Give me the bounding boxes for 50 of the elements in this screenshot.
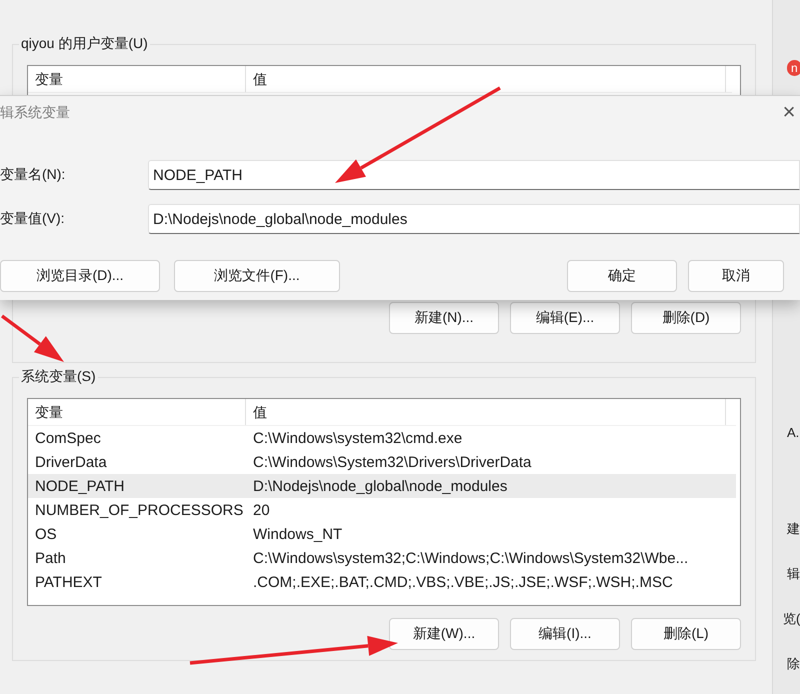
variable-row[interactable]: NUMBER_OF_PROCESSORS 20 [28,498,736,522]
window-text: 辑 [787,565,800,583]
variable-row[interactable]: NODE_PATH D:\Nodejs\node_global\node_modules [28,474,736,498]
variable-name: OS [34,526,58,542]
variable-name: Path [34,550,67,566]
variable-row[interactable]: PATHEXT .COM;.EXE;.BAT;.CMD;.VBS;.VBE;.JS;.JSE;.WSF;.WSH;.MSC [28,570,736,594]
input-field[interactable]: D:\Nodejs\node_global\node_modules [148,204,800,234]
window-text: A. [787,425,800,440]
variable-button[interactable]: 编辑(E)... [510,302,620,334]
variable-name: NODE_PATH [34,478,126,494]
variable-value: 20 [252,502,271,518]
column-header[interactable]: 值 [246,66,726,92]
variable-name: ComSpec [34,430,102,446]
variable-row[interactable]: OS Windows_NT [28,522,736,546]
browse-button[interactable]: 浏览目录(D)... [0,260,160,292]
browse-button[interactable]: 浏览文件(F)... [174,260,340,292]
variable-row[interactable]: DriverData C:\Windows\System32\Drivers\DriverData [28,450,736,474]
dialog-button[interactable]: 确定 [567,260,677,292]
group-title: 系统变量(S) [19,368,98,386]
arrow [0,314,64,362]
column-header[interactable]: 变量 [28,66,246,92]
column-header[interactable]: 值 [246,399,726,425]
window-text: 除 [787,655,800,673]
variable-value: C:\Windows\system32\cmd.exe [252,430,464,446]
variable-button[interactable]: 新建(W)... [389,618,499,650]
variable-value: C:\Windows\system32;C:\Windows;C:\Windows\System32\Wbe... [252,550,690,566]
input-field[interactable]: NODE_PATH [148,160,800,190]
variable-row[interactable]: Path C:\Windows\system32;C:\Windows;C:\Windows\System32\Wbe... [28,546,736,570]
variable-value: C:\Windows\System32\Drivers\DriverData [252,454,532,470]
variable-button[interactable]: 编辑(I)... [510,618,620,650]
variable-button[interactable]: 删除(D) [631,302,741,334]
variable-name: PATHEXT [34,574,103,590]
dialog-title: 辑系统变量 [0,104,70,122]
variable-button[interactable]: 删除(L) [631,618,741,650]
window-text: 览( [783,610,800,628]
variable-value: D:\Nodejs\node_global\node_modules [252,478,508,494]
variable-name: NUMBER_OF_PROCESSORS [34,502,244,518]
dialog-button[interactable]: 取消 [688,260,784,292]
group-title: qiyou 的用户变量(U) [19,35,150,53]
variable-button[interactable]: 新建(N)... [389,302,499,334]
field-label: 变量名(N): [0,166,66,184]
window-text: 建 [787,520,800,538]
variable-value: .COM;.EXE;.BAT;.CMD;.VBS;.VBE;.JS;.JSE;.WSF;.WSH;.MSC [252,574,674,590]
variable-name: DriverData [34,454,108,470]
variable-row[interactable]: ComSpec C:\Windows\system32\cmd.exe [28,426,736,450]
close-button[interactable]: × [780,99,798,127]
field-label: 变量值(V): [0,210,66,228]
variable-value: Windows_NT [252,526,344,542]
notification-badge: n [787,60,800,76]
column-header[interactable]: 变量 [28,399,246,425]
